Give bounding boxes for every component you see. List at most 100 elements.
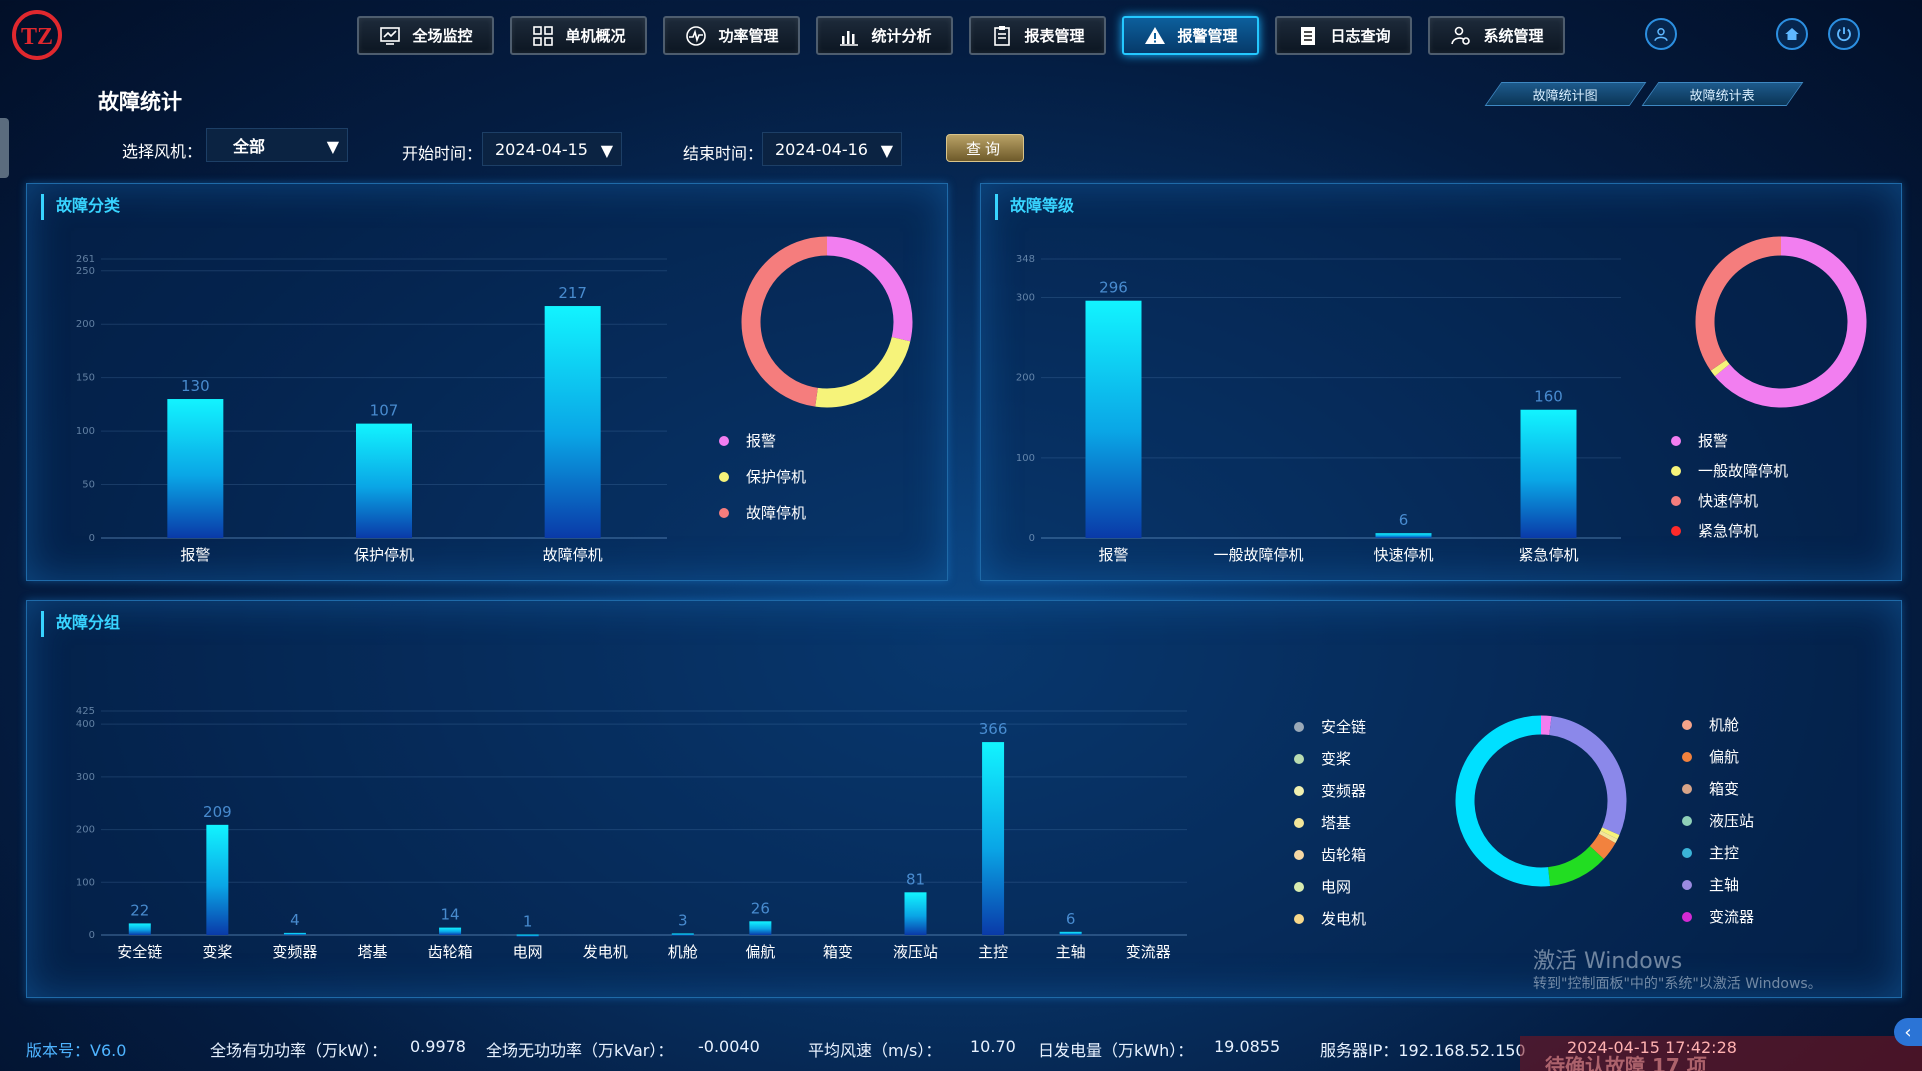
page-title: 故障统计: [98, 90, 182, 114]
legend-dot: [1671, 466, 1681, 476]
daily-energy-label: 日发电量（万kWh）：: [1038, 1041, 1194, 1060]
legend-label[interactable]: 齿轮箱: [1321, 846, 1366, 864]
reactive-power-label: 全场无功功率（万kVar）：: [486, 1041, 674, 1060]
x-tick-label: 安全链: [117, 943, 162, 961]
turbine-select-value: 全部: [233, 137, 266, 156]
bar-value-label: 26: [751, 899, 770, 917]
fault-category-chart: 050100150200250261130报警107保护停机217故障停机报警保…: [76, 236, 913, 564]
legend-label[interactable]: 保护停机: [746, 468, 806, 486]
donut-slice[interactable]: [1540, 715, 1552, 736]
legend-label[interactable]: 变频器: [1321, 782, 1366, 800]
bar[interactable]: [167, 399, 224, 538]
x-tick-label: 一般故障停机: [1213, 546, 1303, 564]
bar-value-label: 14: [441, 906, 460, 924]
bar[interactable]: [1375, 533, 1432, 538]
bar[interactable]: [982, 742, 1005, 935]
donut-slice[interactable]: [1714, 236, 1867, 408]
donut-slice[interactable]: [1548, 716, 1627, 835]
legend-label[interactable]: 紧急停机: [1698, 522, 1758, 540]
bar[interactable]: [516, 934, 539, 937]
legend-label[interactable]: 箱变: [1709, 780, 1739, 798]
start-time-input[interactable]: 2024-04-15 ▼: [482, 132, 622, 166]
legend-dot: [1294, 722, 1304, 732]
windows-watermark-sub: 转到"控制面板"中的"系统"以激活 Windows。: [1533, 976, 1822, 992]
bar[interactable]: [749, 921, 772, 935]
nav-label: 统计分析: [871, 27, 932, 45]
turbine-select[interactable]: 全部 ▼: [206, 128, 348, 162]
donut-slice[interactable]: [1710, 359, 1730, 377]
x-tick-label: 主轴: [1056, 943, 1086, 961]
legend-label[interactable]: 报警: [746, 432, 776, 450]
legend-label[interactable]: 变流器: [1709, 908, 1754, 926]
nav-gauge-button[interactable]: 功率管理: [663, 16, 800, 55]
donut-slice[interactable]: [1598, 830, 1618, 844]
donut-slice[interactable]: [1695, 236, 1782, 371]
chevron-left-icon[interactable]: ‹: [1894, 1018, 1922, 1046]
tab-chart[interactable]: 故障统计图: [1484, 82, 1647, 106]
bar[interactable]: [1059, 931, 1082, 935]
donut-slice[interactable]: [1455, 715, 1551, 887]
donut-slice[interactable]: [741, 236, 828, 407]
windows-watermark: 激活 Windows: [1533, 949, 1683, 974]
bar[interactable]: [544, 306, 601, 538]
legend-label[interactable]: 报警: [1698, 432, 1728, 450]
clipboard-icon: [994, 25, 1011, 46]
bar[interactable]: [439, 927, 462, 935]
legend-label[interactable]: 发电机: [1321, 910, 1366, 928]
chevron-down-icon: ▼: [600, 141, 613, 160]
bar[interactable]: [283, 932, 306, 935]
donut-slice[interactable]: [826, 236, 913, 342]
nav-clipboard-button[interactable]: 报表管理: [969, 16, 1106, 55]
legend-label[interactable]: 液压站: [1709, 812, 1754, 830]
bar[interactable]: [1085, 300, 1142, 538]
legend-label[interactable]: 故障停机: [746, 504, 806, 522]
y-tick-label: 400: [76, 719, 95, 730]
bar[interactable]: [904, 892, 927, 935]
x-tick-label: 塔基: [357, 943, 387, 961]
pending-alarm-count[interactable]: 待确认故障 17 项: [1545, 1050, 1707, 1071]
user-button[interactable]: [1645, 18, 1677, 50]
nav-document-button[interactable]: 日志查询: [1275, 16, 1412, 55]
legend-label[interactable]: 塔基: [1321, 814, 1351, 832]
legend-label[interactable]: 安全链: [1321, 718, 1366, 736]
power-button[interactable]: [1828, 18, 1860, 50]
nav-monitor-button[interactable]: 全场监控: [357, 16, 494, 55]
y-tick-label: 250: [76, 266, 95, 277]
query-button[interactable]: 查询: [946, 134, 1024, 162]
tab-table[interactable]: 故障统计表: [1641, 82, 1804, 106]
legend-label[interactable]: 变桨: [1321, 750, 1351, 768]
bar[interactable]: [128, 923, 151, 935]
legend-label[interactable]: 偏航: [1709, 748, 1739, 766]
legend-label[interactable]: 机舱: [1709, 716, 1739, 734]
legend-dot: [1294, 818, 1304, 828]
bar[interactable]: [206, 824, 229, 935]
legend-label[interactable]: 快速停机: [1698, 492, 1758, 510]
nav-warning-button[interactable]: 报警管理: [1122, 16, 1259, 55]
donut-slice[interactable]: [1547, 845, 1604, 887]
legend-label[interactable]: 主控: [1709, 844, 1739, 862]
gauge-icon: [686, 25, 707, 46]
donut-slice[interactable]: [1589, 833, 1616, 859]
nav-label: 系统管理: [1483, 27, 1544, 45]
warning-icon: [1145, 26, 1166, 44]
bar[interactable]: [671, 933, 694, 936]
end-time-input[interactable]: 2024-04-16 ▼: [762, 132, 902, 166]
view-tabs: 故障统计图 故障统计表: [1484, 82, 1804, 106]
legend-dot: [1294, 914, 1304, 924]
legend-dot: [1682, 912, 1692, 922]
nav-bar-chart-button[interactable]: 统计分析: [816, 16, 953, 55]
y-tick-label: 300: [1016, 292, 1035, 303]
nav-grid-button[interactable]: 单机概况: [510, 16, 647, 55]
bar-value-label: 6: [1399, 511, 1409, 529]
bar[interactable]: [1520, 409, 1577, 538]
bar[interactable]: [356, 423, 412, 538]
nav-settings-users-button[interactable]: 系统管理: [1428, 16, 1565, 55]
donut-slice[interactable]: [815, 336, 911, 408]
legend-dot: [1682, 880, 1692, 890]
power-icon: [1837, 27, 1851, 42]
home-button[interactable]: [1776, 18, 1808, 50]
donut-slice[interactable]: [1600, 827, 1620, 840]
legend-label[interactable]: 一般故障停机: [1698, 462, 1788, 480]
legend-label[interactable]: 主轴: [1709, 876, 1739, 894]
legend-label[interactable]: 电网: [1321, 878, 1351, 896]
